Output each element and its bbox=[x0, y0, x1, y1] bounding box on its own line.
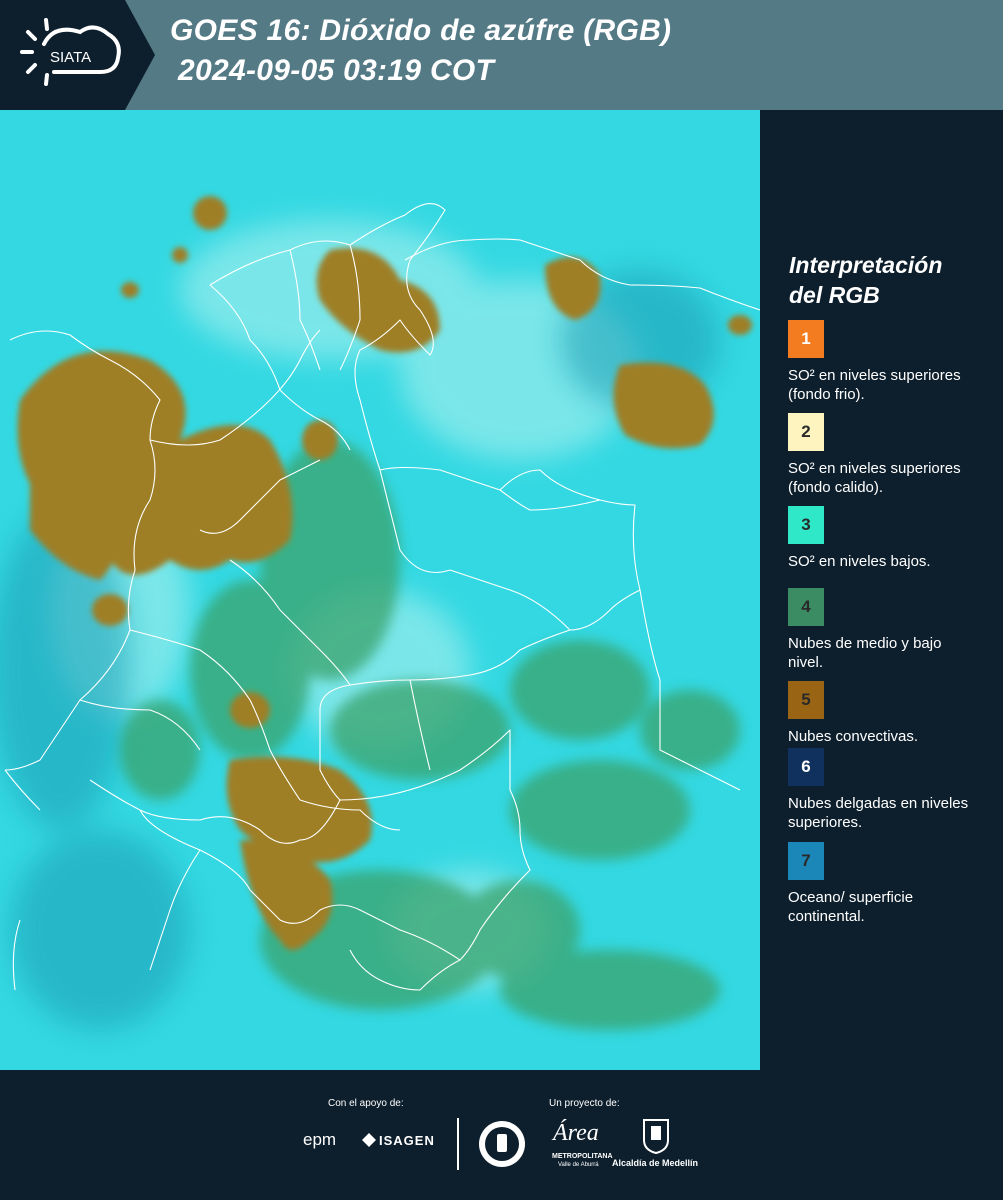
logo-panel: SIATA bbox=[0, 0, 155, 110]
legend-swatch: 3 bbox=[788, 506, 824, 544]
legend-item-5: 5 Nubes convectivas. bbox=[788, 681, 998, 746]
legend-text: Nubes de medio y bajo nivel. bbox=[788, 635, 942, 671]
legend-item-6: 6 Nubes delgadas en niveles superiores. bbox=[788, 748, 998, 832]
legend-swatch: 2 bbox=[788, 413, 824, 451]
header: SIATA GOES 16: Dióxido de azúfre (RGB) 2… bbox=[0, 0, 1003, 110]
isagen-icon bbox=[362, 1133, 376, 1147]
footer: Con el apoyo de: Un proyecto de: epm ISA… bbox=[0, 1070, 1003, 1200]
epm-logo: epm bbox=[303, 1130, 337, 1149]
legend-text: SO² en niveles superiores (fondo frio). bbox=[788, 367, 961, 403]
legend-swatch: 5 bbox=[788, 681, 824, 719]
legend-title: Interpretación del RGB bbox=[789, 252, 943, 308]
timestamp: 2024-09-05 03:19 COT bbox=[178, 54, 495, 87]
legend-item-7: 7 Oceano/ superficie continental. bbox=[788, 842, 998, 926]
legend-swatch: 7 bbox=[788, 842, 824, 880]
siata-logo: SIATA bbox=[20, 18, 121, 86]
legend-item-2: 2 SO² en niveles superiores (fondo calido… bbox=[788, 413, 998, 497]
legend-swatch: 6 bbox=[788, 748, 824, 786]
project-label: Un proyecto de: bbox=[549, 1098, 620, 1109]
legend-swatch: 4 bbox=[788, 588, 824, 626]
area-metropolitana-logo: Área bbox=[553, 1120, 599, 1146]
legend-item-3: 3 SO² en niveles bajos. bbox=[788, 506, 998, 571]
legend-item-4: 4 Nubes de medio y bajo nivel. bbox=[788, 588, 998, 672]
legend-item-1: 1 SO² en niveles superiores (fondo frio). bbox=[788, 320, 998, 404]
legend-text: Nubes convectivas. bbox=[788, 728, 919, 745]
legend-text: Oceano/ superficie continental. bbox=[788, 889, 914, 925]
legend-swatch: 1 bbox=[788, 320, 824, 358]
page-title: GOES 16: Dióxido de azúfre (RGB) bbox=[170, 14, 672, 47]
legend-text: SO² en niveles bajos. bbox=[788, 553, 931, 570]
alcaldia-shield-icon bbox=[642, 1118, 670, 1155]
footer-divider bbox=[457, 1118, 459, 1170]
isagen-logo: ISAGEN bbox=[379, 1133, 435, 1148]
legend-text: SO² en niveles superiores (fondo calido)… bbox=[788, 460, 961, 496]
legend-text: Nubes delgadas en niveles superiores. bbox=[788, 795, 969, 831]
alcaldia-medellin-logo: Alcaldía de Medellín bbox=[612, 1158, 699, 1168]
satellite-map[interactable] bbox=[0, 110, 760, 1070]
svg-text:SIATA: SIATA bbox=[50, 49, 91, 66]
map-canvas bbox=[0, 110, 760, 1070]
medellin-seal-icon bbox=[478, 1120, 526, 1168]
legend-panel: Interpretación del RGB 1 SO² en niveles s… bbox=[760, 110, 1003, 1070]
support-label: Con el apoyo de: bbox=[328, 1098, 404, 1109]
